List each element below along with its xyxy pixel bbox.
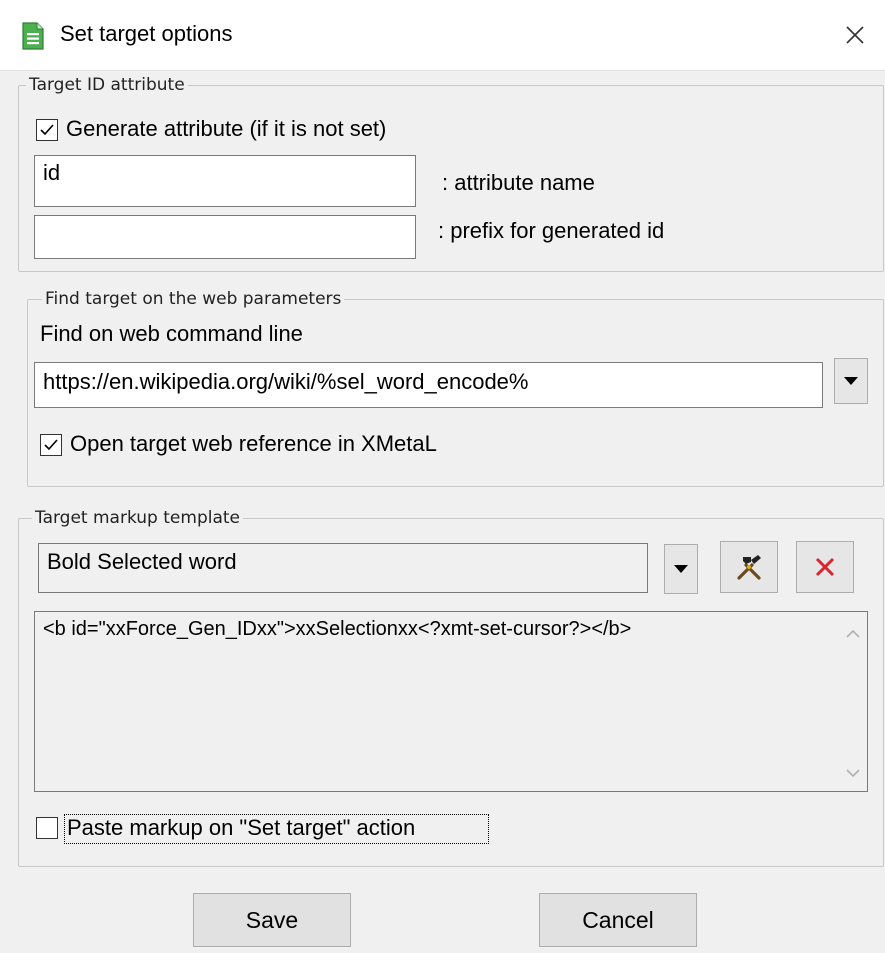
template-dropdown-button[interactable] — [664, 544, 698, 594]
paste-markup-label: Paste markup on "Set target" action — [67, 815, 416, 840]
edit-template-button[interactable] — [720, 541, 778, 593]
attribute-name-input[interactable]: id — [34, 155, 416, 207]
target-id-legend: Target ID attribute — [26, 75, 188, 95]
attribute-name-label: : attribute name — [442, 170, 595, 195]
scroll-up-icon — [846, 629, 860, 638]
command-line-input[interactable]: https://en.wikipedia.org/wiki/%sel_word_… — [34, 362, 823, 408]
markup-template-legend: Target markup template — [32, 508, 243, 528]
template-select[interactable]: Bold Selected word — [38, 543, 648, 593]
command-line-dropdown-button[interactable] — [834, 358, 868, 404]
window-title: Set target options — [60, 21, 233, 46]
scroll-down-icon — [846, 769, 860, 778]
prefix-input[interactable] — [34, 215, 416, 259]
chevron-down-icon — [674, 565, 688, 573]
checkmark-icon — [44, 439, 58, 451]
markup-template-textarea[interactable]: <b id="xxForce_Gen_IDxx">xxSelectionxx<?… — [34, 611, 868, 792]
close-button[interactable] — [825, 0, 885, 70]
delete-template-button[interactable] — [796, 541, 854, 593]
document-icon — [22, 22, 44, 50]
vertical-scrollbar[interactable] — [839, 612, 867, 791]
generate-attribute-label: Generate attribute (if it is not set) — [66, 116, 387, 141]
checkmark-icon — [40, 124, 54, 136]
markup-template-text: <b id="xxForce_Gen_IDxx">xxSelectionxx<?… — [43, 618, 632, 640]
prefix-label: : prefix for generated id — [438, 218, 665, 243]
title-bar: Set target options — [0, 0, 885, 71]
save-button[interactable]: Save — [193, 893, 351, 947]
open-in-xmetal-checkbox[interactable] — [40, 434, 62, 456]
chevron-down-icon — [844, 377, 858, 385]
generate-attribute-checkbox[interactable] — [36, 119, 58, 141]
cancel-button[interactable]: Cancel — [539, 893, 697, 947]
delete-x-icon — [815, 557, 835, 577]
command-line-label: Find on web command line — [40, 321, 303, 346]
open-in-xmetal-label: Open target web reference in XMetaL — [70, 431, 437, 456]
tools-icon — [737, 555, 761, 580]
paste-markup-checkbox[interactable] — [36, 817, 58, 839]
web-params-legend: Find target on the web parameters — [42, 289, 345, 309]
close-icon — [846, 26, 864, 44]
